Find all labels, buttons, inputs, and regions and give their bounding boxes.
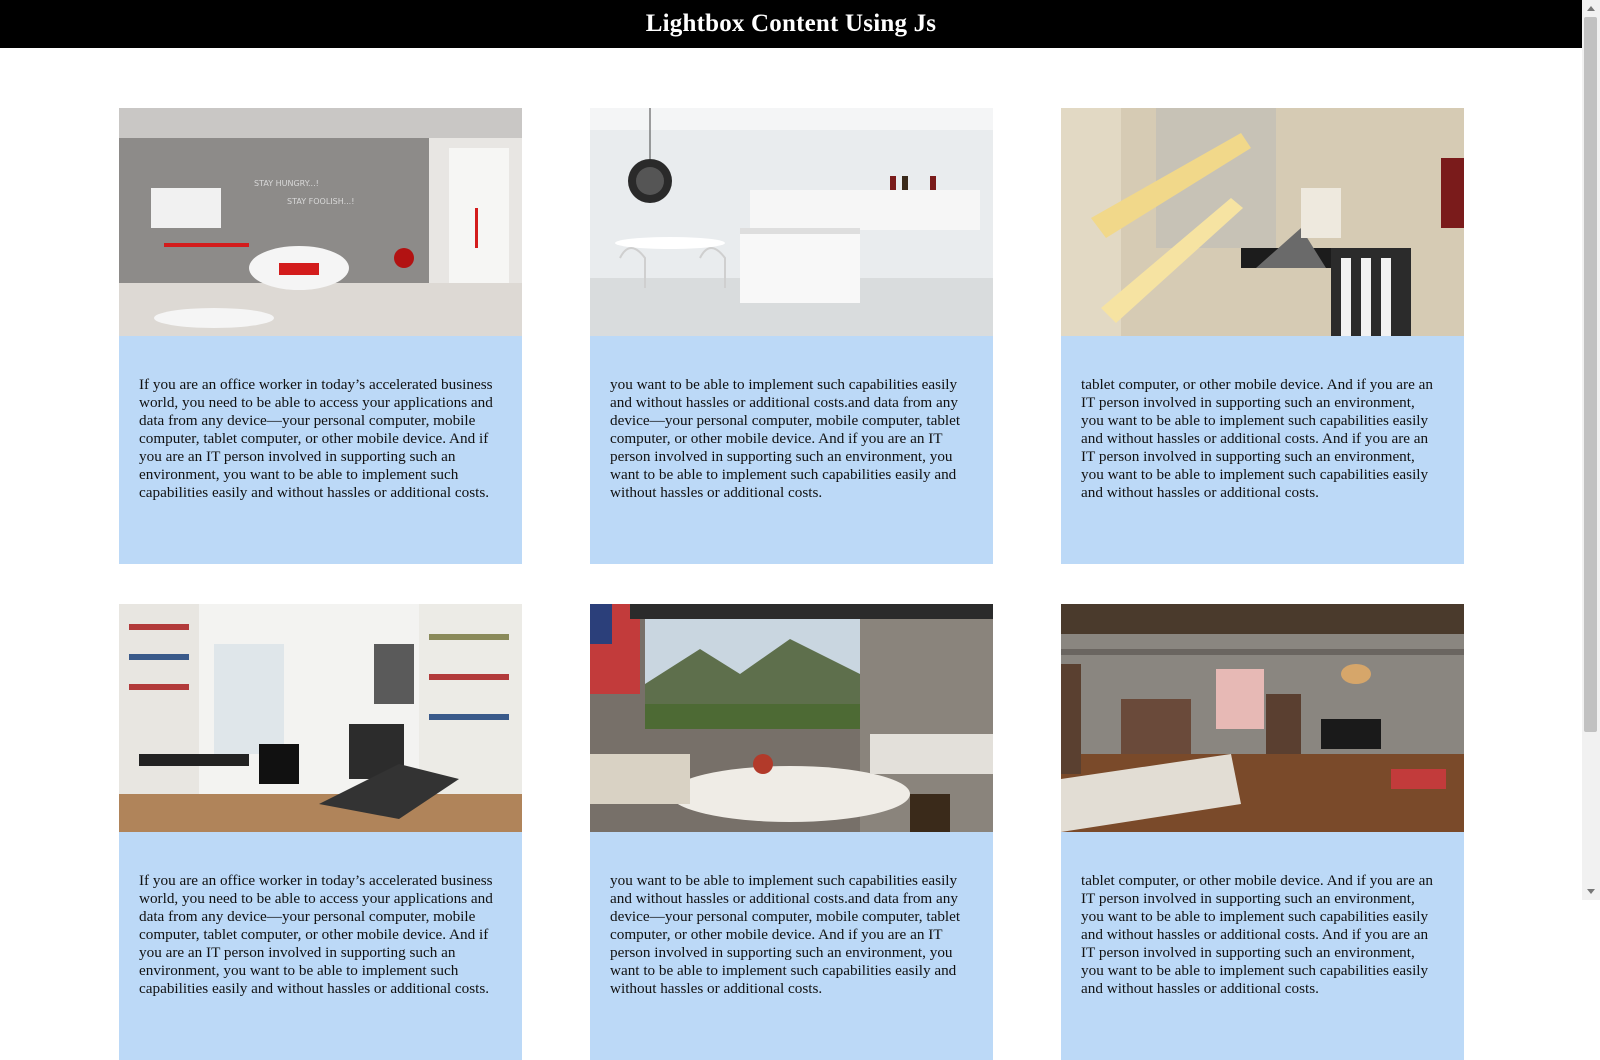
card-text: If you are an office worker in today’s a… (139, 872, 493, 997)
scroll-down-arrow-icon[interactable] (1582, 883, 1600, 900)
card-image[interactable] (1061, 108, 1464, 336)
card-image[interactable] (119, 604, 522, 832)
lightbox-card[interactable]: you want to be able to implement such ca… (590, 604, 993, 1060)
card-image[interactable]: STAY HUNGRY...! STAY FOOLISH...! (119, 108, 522, 336)
kids-bedroom-image: STAY HUNGRY...! STAY FOOLISH...! (119, 108, 522, 336)
card-grid: STAY HUNGRY...! STAY FOOLISH...! If you … (0, 0, 1582, 1060)
svg-text:STAY HUNGRY...!: STAY HUNGRY...! (254, 179, 319, 188)
lightbox-card[interactable]: tablet computer, or other mobile device.… (1061, 604, 1464, 1060)
library-room-image (119, 604, 522, 832)
scrollbar-thumb[interactable] (1584, 17, 1597, 732)
vertical-scrollbar[interactable] (1582, 0, 1600, 900)
card-text: tablet computer, or other mobile device.… (1081, 872, 1433, 997)
loft-bedroom-image (1061, 604, 1464, 832)
lightbox-card[interactable]: tablet computer, or other mobile device.… (1061, 108, 1464, 564)
card-image[interactable] (590, 108, 993, 336)
card-text: you want to be able to implement such ca… (610, 872, 961, 997)
card-text: tablet computer, or other mobile device.… (1081, 376, 1433, 501)
staircase-image (1061, 108, 1464, 336)
card-image[interactable] (590, 604, 993, 832)
lightbox-card[interactable]: you want to be able to implement such ca… (590, 108, 993, 564)
svg-text:STAY FOOLISH...!: STAY FOOLISH...! (287, 197, 354, 206)
white-kitchen-image (590, 108, 993, 336)
mountain-view-living-room-image (590, 604, 993, 832)
lightbox-card[interactable]: If you are an office worker in today’s a… (119, 604, 522, 1060)
card-text: If you are an office worker in today’s a… (139, 376, 493, 501)
card-text: you want to be able to implement such ca… (610, 376, 961, 501)
card-image[interactable] (1061, 604, 1464, 832)
lightbox-card[interactable]: STAY HUNGRY...! STAY FOOLISH...! If you … (119, 108, 522, 564)
scroll-up-arrow-icon[interactable] (1582, 0, 1600, 17)
